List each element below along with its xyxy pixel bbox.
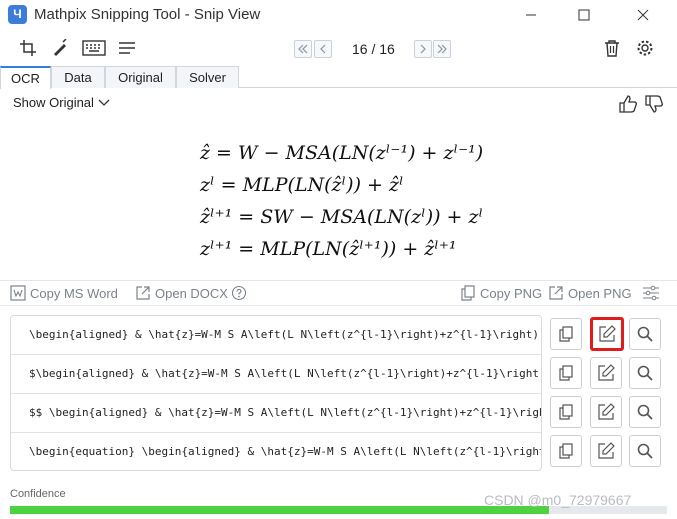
thumbs-up-icon <box>619 95 637 113</box>
menu-icon <box>119 42 135 54</box>
title-bar: Ч Mathpix Snipping Tool - Snip View <box>0 0 677 30</box>
thumbs-down-button[interactable] <box>643 93 665 115</box>
chevron-right-icon <box>420 44 426 54</box>
search-icon <box>637 404 653 420</box>
rendered-preview: Show Original ẑ = W − MSA(LN(zˡ⁻¹) + zˡ⁻… <box>0 89 677 279</box>
copy-result-button[interactable] <box>550 318 582 350</box>
tab-original[interactable]: Original <box>105 66 176 88</box>
menu-button[interactable] <box>115 37 139 59</box>
first-page-button[interactable] <box>294 40 312 58</box>
window-title: Mathpix Snipping Tool - Snip View <box>34 6 261 23</box>
edit-result-button[interactable] <box>590 317 624 351</box>
search-result-button[interactable] <box>629 357 661 389</box>
help-icon <box>231 285 247 301</box>
edit-icon <box>599 325 616 342</box>
trash-icon <box>605 40 619 57</box>
copy-result-button[interactable] <box>550 396 582 428</box>
result-row[interactable]: $$ \begin{aligned} & \hat{z}=W-M S A\lef… <box>11 394 541 433</box>
toolbar: 16 / 16 <box>0 30 677 66</box>
maximize-icon <box>578 9 590 21</box>
edit-icon <box>598 442 615 459</box>
formula-line: ẑˡ⁺¹ = SW − MSA(LN(zˡ)) + zˡ <box>200 206 484 228</box>
copy-ms-word-button[interactable]: Copy MS Word <box>10 285 118 301</box>
prev-page-button[interactable] <box>314 40 332 58</box>
keyboard-icon <box>82 40 106 56</box>
result-row[interactable]: $\begin{aligned} & \hat{z}=W-M S A\left(… <box>11 355 541 394</box>
copy-ms-word-label: Copy MS Word <box>30 285 118 301</box>
latex-results-list: \begin{aligned} & \hat{z}=W-M S A\left(L… <box>10 315 542 471</box>
open-docx-button[interactable]: Open DOCX <box>135 285 228 301</box>
edit-result-button[interactable] <box>590 357 622 389</box>
show-original-toggle[interactable]: Show Original <box>13 95 110 110</box>
copy-actions-bar: Copy MS Word Open DOCX Copy PNG Open PNG <box>0 280 677 306</box>
copy-icon <box>461 285 475 301</box>
gear-icon <box>637 40 653 56</box>
copy-png-button[interactable]: Copy PNG <box>460 285 542 301</box>
tab-bar: OCR Data Original Solver <box>0 66 677 89</box>
help-button[interactable] <box>231 285 247 301</box>
page-indicator: 16 / 16 <box>352 41 395 57</box>
minimize-icon <box>526 14 536 16</box>
thumbs-down-icon <box>645 95 663 113</box>
edit-result-button[interactable] <box>590 396 622 428</box>
new-snip-button[interactable] <box>16 37 40 59</box>
double-chevron-left-icon <box>298 44 308 54</box>
external-link-icon <box>549 286 563 300</box>
delete-button[interactable] <box>600 37 624 59</box>
chevron-left-icon <box>320 44 326 54</box>
confidence-label: Confidence <box>10 488 66 500</box>
result-row[interactable]: \begin{aligned} & \hat{z}=W-M S A\left(L… <box>11 316 541 355</box>
close-icon <box>637 9 649 21</box>
minimize-button[interactable] <box>508 0 554 30</box>
show-original-label: Show Original <box>13 95 94 110</box>
confidence-bar-fill <box>10 506 549 514</box>
copy-result-button[interactable] <box>550 357 582 389</box>
open-png-label: Open PNG <box>568 285 632 301</box>
formula-line: ẑ = W − MSA(LN(zˡ⁻¹) + zˡ⁻¹) <box>200 142 484 164</box>
double-chevron-right-icon <box>437 44 447 54</box>
copy-icon <box>559 365 573 381</box>
adjust-settings-button[interactable] <box>642 285 660 301</box>
external-link-icon <box>136 286 150 300</box>
pen-icon <box>54 39 67 56</box>
mathpix-logo-icon: Ч <box>8 5 27 24</box>
thumbs-up-button[interactable] <box>617 93 639 115</box>
search-icon <box>637 443 653 459</box>
edit-icon <box>598 364 615 381</box>
settings-button[interactable] <box>633 37 657 59</box>
search-icon <box>637 365 653 381</box>
tab-solver[interactable]: Solver <box>176 66 239 88</box>
search-icon <box>637 326 653 342</box>
search-result-button[interactable] <box>629 435 661 467</box>
close-button[interactable] <box>620 0 666 30</box>
crop-icon <box>20 40 36 56</box>
watermark: CSDN @m0_72979667 <box>484 492 632 508</box>
copy-result-button[interactable] <box>550 435 582 467</box>
search-result-button[interactable] <box>629 318 661 350</box>
keyboard-button[interactable] <box>80 37 108 59</box>
draw-button[interactable] <box>48 37 72 59</box>
sliders-icon <box>643 285 659 301</box>
edit-icon <box>598 403 615 420</box>
tab-data[interactable]: Data <box>51 66 105 88</box>
formula-line: zˡ = MLP(LN(ẑˡ)) + ẑˡ <box>200 174 404 196</box>
tab-ocr[interactable]: OCR <box>0 66 51 89</box>
open-png-button[interactable]: Open PNG <box>548 285 632 301</box>
formula-line: zˡ⁺¹ = MLP(LN(ẑˡ⁺¹)) + ẑˡ⁺¹ <box>200 238 457 260</box>
last-page-button[interactable] <box>433 40 451 58</box>
edit-result-button[interactable] <box>590 435 622 467</box>
maximize-button[interactable] <box>561 0 607 30</box>
copy-icon <box>559 404 573 420</box>
copy-icon <box>559 443 573 459</box>
copy-icon <box>559 326 573 342</box>
search-result-button[interactable] <box>629 396 661 428</box>
next-page-button[interactable] <box>414 40 432 58</box>
chevron-down-icon <box>98 99 110 106</box>
word-doc-icon <box>10 285 26 301</box>
copy-png-label: Copy PNG <box>480 285 543 301</box>
open-docx-label: Open DOCX <box>155 285 228 301</box>
formula-render: ẑ = W − MSA(LN(zˡ⁻¹) + zˡ⁻¹) zˡ = MLP(LN… <box>200 137 500 265</box>
result-row[interactable]: \begin{equation} \begin{aligned} & \hat{… <box>11 433 541 470</box>
